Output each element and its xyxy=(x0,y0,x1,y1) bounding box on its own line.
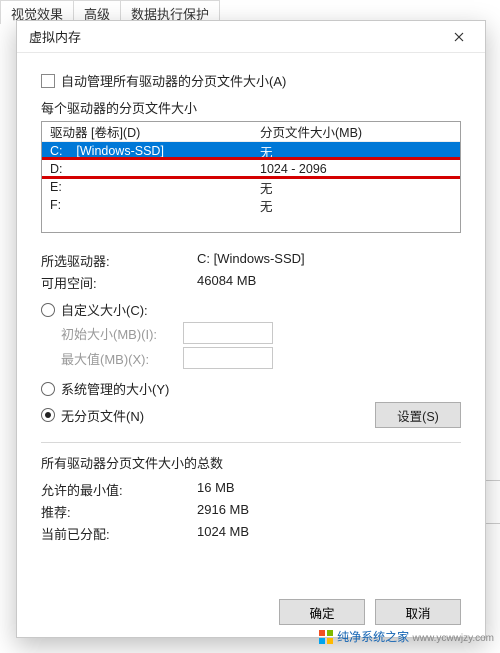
radio-system-managed-label: 系统管理的大小(Y) xyxy=(61,379,169,398)
dialog-titlebar: 虚拟内存 xyxy=(17,21,485,53)
selected-drive-label: 所选驱动器: xyxy=(41,251,197,270)
close-icon xyxy=(454,32,464,42)
auto-manage-checkbox[interactable] xyxy=(41,74,55,88)
ok-button[interactable]: 确定 xyxy=(279,599,365,625)
drive-letter: E: xyxy=(50,180,62,194)
drive-letter: F: xyxy=(50,198,61,212)
windows-icon xyxy=(319,630,333,644)
drive-size: 无 xyxy=(260,178,452,197)
drive-letter: D: xyxy=(50,162,63,176)
radio-system-managed[interactable] xyxy=(41,382,55,396)
dialog-title: 虚拟内存 xyxy=(29,27,439,46)
radio-no-paging-file[interactable] xyxy=(41,408,55,422)
separator xyxy=(41,442,461,443)
drive-row[interactable]: E: 无 xyxy=(42,178,460,196)
radio-no-paging-file-label: 无分页文件(N) xyxy=(61,406,144,425)
virtual-memory-dialog: 虚拟内存 自动管理所有驱动器的分页文件大小(A) 每个驱动器的分页文件大小 驱动… xyxy=(16,20,486,638)
max-size-input[interactable] xyxy=(183,347,273,369)
totals-section-label: 所有驱动器分页文件大小的总数 xyxy=(41,453,461,472)
recommended-label: 推荐: xyxy=(41,502,197,521)
drive-row[interactable]: C: [Windows-SSD] 无 xyxy=(42,142,460,160)
drive-size: 无 xyxy=(260,142,452,161)
close-button[interactable] xyxy=(439,23,479,51)
header-size: 分页文件大小(MB) xyxy=(260,122,452,141)
cancel-button[interactable]: 取消 xyxy=(375,599,461,625)
max-size-label: 最大值(MB)(X): xyxy=(61,349,183,368)
recommended-value: 2916 MB xyxy=(197,502,249,521)
auto-manage-label: 自动管理所有驱动器的分页文件大小(A) xyxy=(61,71,286,90)
watermark-url: www.ycwwjzy.com xyxy=(413,633,494,644)
per-drive-section-label: 每个驱动器的分页文件大小 xyxy=(41,98,461,117)
drive-list-header: 驱动器 [卷标](D) 分页文件大小(MB) xyxy=(42,122,460,142)
currently-allocated-value: 1024 MB xyxy=(197,524,249,543)
drive-row[interactable]: F: 无 xyxy=(42,196,460,214)
header-drive: 驱动器 [卷标](D) xyxy=(50,122,260,141)
radio-custom-size[interactable] xyxy=(41,303,55,317)
drive-volume: [Windows-SSD] xyxy=(76,144,164,158)
drive-size: 1024 - 2096 xyxy=(260,162,452,176)
available-space-label: 可用空间: xyxy=(41,273,197,292)
drive-letter: C: xyxy=(50,144,63,158)
currently-allocated-label: 当前已分配: xyxy=(41,524,197,543)
drive-size: 无 xyxy=(260,196,452,215)
min-allowed-label: 允许的最小值: xyxy=(41,480,197,499)
initial-size-input[interactable] xyxy=(183,322,273,344)
drive-row[interactable]: D: 1024 - 2096 xyxy=(42,160,460,178)
selected-drive-value: C: [Windows-SSD] xyxy=(197,251,305,270)
drive-listbox[interactable]: 驱动器 [卷标](D) 分页文件大小(MB) C: [Windows-SSD] … xyxy=(41,121,461,233)
watermark-host: 纯净系统之家 xyxy=(337,630,409,644)
radio-custom-size-label: 自定义大小(C): xyxy=(61,300,148,319)
set-button[interactable]: 设置(S) xyxy=(375,402,461,428)
min-allowed-value: 16 MB xyxy=(197,480,235,499)
available-space-value: 46084 MB xyxy=(197,273,256,292)
initial-size-label: 初始大小(MB)(I): xyxy=(61,324,183,343)
watermark: 纯净系统之家 www.ycwwjzy.com xyxy=(319,628,494,645)
